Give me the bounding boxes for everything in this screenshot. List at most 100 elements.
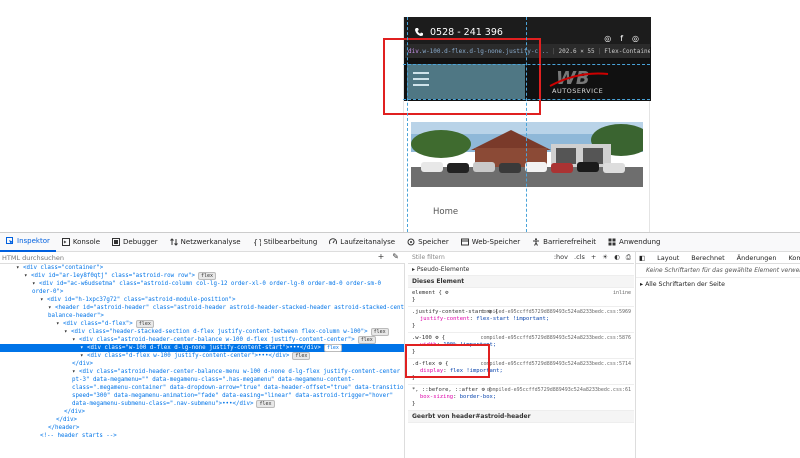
styles-filter-input[interactable]: Stile filtern [412, 254, 445, 261]
expand-toggle-icon[interactable]: ▾ [64, 329, 71, 335]
wb-autoservice-logo[interactable]: WB AUTOSERVICE [548, 66, 620, 96]
flex-badge[interactable]: flex [256, 400, 275, 408]
markup-text: balance-header"> [48, 313, 104, 319]
markup-line[interactable]: class=".megamenu-container" data-dropdow… [0, 384, 404, 392]
markup-line[interactable]: ▾ <div class="astroid-header-center-bala… [0, 336, 404, 344]
tab-konsole[interactable]: Konsole [56, 233, 106, 252]
flex-badge[interactable]: flex [323, 344, 342, 352]
expand-toggle-icon[interactable]: ▾ [72, 369, 79, 375]
tab-label: Netzwerkanalyse [180, 238, 241, 246]
phone-number[interactable]: 0528 - 241 396 [430, 27, 503, 38]
expand-toggle-icon[interactable]: ▾ [56, 321, 63, 327]
markup-text: <!-- header starts --> [40, 433, 117, 439]
instagram-icon[interactable]: ◎ [604, 34, 611, 43]
markup-line[interactable]: balance-header"> [0, 312, 404, 320]
markup-line[interactable]: pt-3" data-megamenu="" data-megamenu-cla… [0, 376, 404, 384]
tab-stilbearbeitung[interactable]: {} Stilbearbeitung [247, 233, 324, 252]
debugger-icon [112, 238, 121, 246]
flex-badge[interactable]: flex [135, 320, 154, 328]
print-icon[interactable]: ⎙ [626, 253, 631, 262]
pseudo-elements-section[interactable]: ▸ Pseudo-Elemente [408, 264, 634, 276]
settings-icon[interactable]: ⚙ [435, 335, 438, 341]
markup-line[interactable]: ▾ <div class="astroid-header-center-bala… [0, 368, 404, 376]
markup-line[interactable]: <!-- header starts --> [0, 432, 404, 440]
markup-line[interactable]: speed="300" data-megamenu-animation="fad… [0, 392, 404, 400]
tab-aenderungen[interactable]: Änderungen [737, 254, 777, 262]
flex-badge[interactable]: flex [292, 352, 311, 360]
markup-line[interactable]: ▾ <div id="ac-w6udsetma" class="astroid-… [0, 280, 404, 288]
dark-mode-icon[interactable]: ◐ [614, 253, 620, 262]
flex-badge[interactable]: flex [198, 272, 217, 280]
markup-line[interactable]: ▾ <div id="ar-1ey8f0qtj" class="astroid-… [0, 272, 404, 280]
flex-badge[interactable]: flex [357, 336, 376, 344]
expand-toggle-icon[interactable]: ▾ [80, 353, 87, 359]
markup-line[interactable]: order-0"> [0, 288, 404, 296]
facebook-icon[interactable]: f [620, 34, 623, 43]
markup-line[interactable]: ▾ <div class="d-flex w-100 justify-conte… [0, 352, 404, 360]
markup-line[interactable]: ▾ <div class="header-stacked-section d-f… [0, 328, 404, 336]
add-node-button[interactable]: + [378, 252, 385, 261]
css-value[interactable]: border-box; [460, 394, 496, 400]
rule-source[interactable]: compiled-e95ccffd5729d889493c524a8233bed… [480, 361, 631, 368]
light-mode-icon[interactable]: ☀ [602, 253, 608, 262]
tab-label: Web-Speicher [471, 238, 521, 246]
instagram-icon[interactable]: ◎ [632, 34, 639, 43]
expand-toggle-icon[interactable]: ▾ [24, 273, 31, 279]
flex-badge[interactable]: flex [370, 328, 389, 336]
tab-layout[interactable]: Layout [657, 254, 679, 262]
layout-tabs: ◧ Layout Berechnet Änderungen Kompa [636, 252, 800, 264]
markup-line[interactable]: data-megamenu-submenu-class=".nav-submen… [0, 400, 404, 408]
markup-line[interactable]: </header> [0, 424, 404, 432]
markup-text: speed="300" data-megamenu-animation="fad… [72, 393, 394, 399]
expand-toggle-icon[interactable]: ▾ [32, 281, 39, 287]
html-search-input[interactable]: HTML durchsuchen [2, 254, 64, 262]
expand-toggle-icon[interactable]: ▾ [16, 265, 23, 271]
markup-line[interactable]: </div> [0, 408, 404, 416]
css-rule[interactable]: *, ::before, ::after ⚙ {compiled-e95ccff… [408, 385, 634, 411]
settings-icon[interactable]: ⚙ [445, 290, 448, 296]
markup-line[interactable]: ▾ <header id="astroid-header" class="ast… [0, 304, 404, 312]
css-property[interactable]: justify-content [412, 316, 470, 322]
markup-line[interactable]: ▾ <div class="container"> [0, 264, 404, 272]
tab-web-speicher[interactable]: Web-Speicher [455, 233, 526, 252]
css-property[interactable]: box-sizing [412, 394, 453, 400]
tab-barrierefreiheit[interactable]: Barrierefreiheit [526, 233, 602, 252]
rule-source[interactable]: compiled-e95ccffd5729d889493c524a8233bed… [480, 309, 631, 316]
expand-toggle-icon[interactable]: ▾ [40, 297, 47, 303]
expand-toggle-icon[interactable]: ▾ [80, 345, 87, 351]
expand-toggle-icon[interactable]: ▾ [48, 305, 55, 311]
tab-anwendung[interactable]: Anwendung [602, 233, 666, 252]
all-fonts-section[interactable]: ▸ Alle Schriftarten der Seite [636, 278, 800, 291]
tab-debugger[interactable]: Debugger [106, 233, 164, 252]
tab-laufzeitanalyse[interactable]: Laufzeitanalyse [323, 233, 401, 252]
settings-icon[interactable]: ⚙ [482, 387, 485, 393]
markup-text: order-0"> [32, 289, 64, 295]
phone-icon [414, 27, 424, 37]
hover-toggle[interactable]: :hov [554, 253, 568, 262]
css-rule[interactable]: .justify-content-start ⚙ {compiled-e95cc… [408, 307, 634, 333]
tab-inspektor[interactable]: Inspektor [0, 233, 56, 252]
tab-speicher[interactable]: Speicher [401, 233, 455, 252]
tab-netzwerkanalyse[interactable]: Netzwerkanalyse [164, 233, 247, 252]
markup-line[interactable]: ▾ <div id="h-1xpc37g72" class="astroid-m… [0, 296, 404, 304]
sidebar-toggle-icon[interactable]: ◧ [639, 254, 645, 262]
eyedropper-icon[interactable]: ✎ [392, 252, 399, 261]
markup-line[interactable]: </div> [0, 416, 404, 424]
class-toggle[interactable]: .cls [574, 253, 585, 262]
rule-source[interactable]: compiled-e95ccffd5729d889493c524a8233bed… [480, 335, 631, 342]
rule-source[interactable]: compiled-e95ccffd5729d889493c524a8233bed… [487, 387, 632, 394]
svg-text:{}: {} [253, 238, 261, 246]
svg-text:WB: WB [556, 68, 590, 89]
markup-line[interactable]: </div> [0, 360, 404, 368]
tab-kompatibilitaet[interactable]: Kompa [788, 254, 800, 262]
expand-toggle-icon[interactable]: ▾ [72, 337, 79, 343]
layout-panel: ◧ Layout Berechnet Änderungen Kompa Kein… [635, 252, 800, 458]
css-value[interactable]: flex-start !important; [476, 316, 549, 322]
tab-berechnet[interactable]: Berechnet [691, 254, 724, 262]
markup-line-selected[interactable]: ▾ <div class="w-100 d-flex d-lg-none jus… [0, 344, 404, 352]
nav-home-link[interactable]: Home [433, 207, 458, 217]
markup-text: <div class="container"> [22, 265, 104, 271]
markup-line[interactable]: ▾ <div class="d-flex"> flex [0, 320, 404, 328]
element-rule[interactable]: element { ⚙ inline } [408, 288, 634, 307]
add-rule-button[interactable]: + [591, 253, 596, 262]
